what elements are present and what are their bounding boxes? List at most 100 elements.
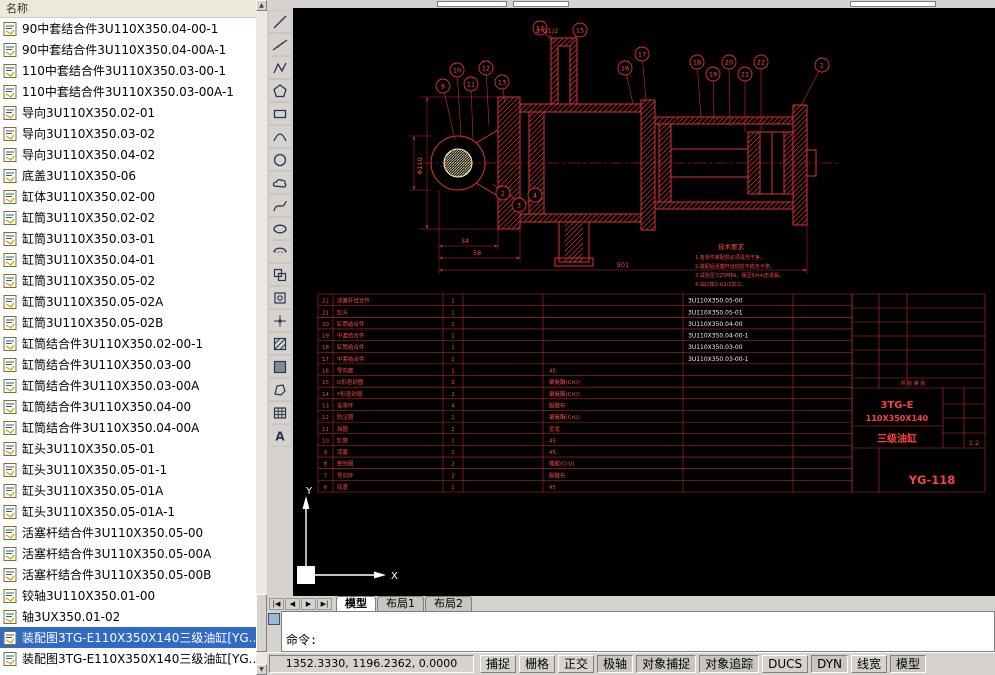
svg-text:橡胶(CrU): 橡胶(CrU)	[549, 460, 574, 468]
spline-tool-button[interactable]	[268, 194, 292, 217]
file-list-item[interactable]: 110中套结合件3U110X350.03-00A-1	[0, 81, 256, 102]
file-list-item[interactable]: 缸筒结合件3U110X350.03-00A	[0, 375, 256, 396]
svg-text:中套结合件: 中套结合件	[337, 332, 365, 340]
file-list-item[interactable]: 铰轴3U110X350.01-00	[0, 585, 256, 606]
status-bar: 1352.3330, 1196.2362, 0.0000 捕捉栅格正交极轴对象捕…	[267, 652, 995, 675]
dwg-file-icon	[3, 588, 18, 604]
toolbar-combo[interactable]	[850, 1, 936, 7]
status-toggle-model[interactable]: 模型	[890, 655, 926, 673]
region-tool-button[interactable]	[268, 378, 292, 401]
file-list-item[interactable]: 装配图3TG-E110X350X140三级油缸[YG...	[0, 648, 256, 669]
file-list-header[interactable]: 名称	[0, 0, 256, 18]
svg-text:3U110X350.05-01: 3U110X350.05-01	[688, 309, 743, 316]
file-list-item[interactable]: 活塞杆结合件3U110X350.05-00	[0, 522, 256, 543]
highlighted-pin-bore	[444, 149, 472, 177]
revision-cloud-tool-button[interactable]	[268, 171, 292, 194]
file-list-scrollbar[interactable]: ▲ ▼	[256, 0, 267, 675]
tab-nav-prev-icon[interactable]: ◀	[285, 598, 300, 610]
drawing-canvas[interactable]: 910111213141516171819202122123422活塞杆结合件1…	[293, 8, 995, 596]
point-tool-button[interactable]	[268, 309, 292, 332]
status-toggle-otrack[interactable]: 对象追踪	[699, 655, 759, 673]
toolbar-combo[interactable]	[437, 1, 507, 7]
tab-nav-last-icon[interactable]: ▶|	[317, 598, 332, 610]
svg-text:19: 19	[322, 334, 329, 340]
file-list-item[interactable]: 缸筒结合件3U110X350.03-00	[0, 354, 256, 375]
command-input-area[interactable]: 命令:	[281, 611, 995, 652]
cad-drawing[interactable]: 910111213141516171819202122123422活塞杆结合件1…	[293, 8, 995, 596]
coordinates-readout[interactable]: 1352.3330, 1196.2362, 0.0000	[269, 655, 474, 673]
construction-line-tool-button[interactable]	[268, 33, 292, 56]
status-toggle-grid[interactable]: 栅格	[519, 655, 555, 673]
scroll-down-icon[interactable]: ▼	[256, 664, 267, 675]
svg-text:X: X	[391, 571, 398, 582]
tab-model[interactable]: 模型	[336, 596, 376, 611]
polygon-tool-button[interactable]	[268, 79, 292, 102]
table-tool-button[interactable]	[268, 401, 292, 424]
file-list-item[interactable]: 底盖3U110X350-06	[0, 165, 256, 186]
svg-text:1: 1	[451, 485, 455, 491]
status-toggle-ortho[interactable]: 正交	[558, 655, 594, 673]
file-list-item[interactable]: 缸筒结合件3U110X350.04-00	[0, 396, 256, 417]
multiline-text-tool-button[interactable]: A	[268, 424, 292, 447]
polyline-tool-button[interactable]	[268, 56, 292, 79]
status-toggle-polar[interactable]: 极轴	[597, 655, 633, 673]
file-list-item[interactable]: 缸体3U110X350.02-00	[0, 186, 256, 207]
svg-text:活塞杆结合件: 活塞杆结合件	[337, 297, 371, 305]
svg-text:21: 21	[741, 70, 749, 78]
file-list-item[interactable]: 缸筒3U110X350.03-01	[0, 228, 256, 249]
svg-text:1.各零件装配前必须清洗干净。: 1.各零件装配前必须清洗干净。	[695, 254, 765, 261]
file-list-item[interactable]: 轴3UX350.01-02	[0, 606, 256, 627]
hatch-tool-button[interactable]	[268, 332, 292, 355]
file-list-item[interactable]: 90中套结合件3U110X350.04-00A-1	[0, 39, 256, 60]
svg-text:1: 1	[820, 61, 824, 69]
tab-nav-first-icon[interactable]: |◀	[269, 598, 284, 610]
file-list-item[interactable]: 缸筒结合件3U110X350.02-00-1	[0, 333, 256, 354]
status-toggle-snap[interactable]: 捕捉	[480, 655, 516, 673]
scrollbar-thumb[interactable]	[256, 594, 267, 652]
file-list-item[interactable]: 缸筒3U110X350.05-02	[0, 270, 256, 291]
file-list-item[interactable]: 导向3U110X350.03-02	[0, 123, 256, 144]
scroll-up-icon[interactable]: ▲	[256, 0, 267, 11]
make-block-tool-button[interactable]	[268, 286, 292, 309]
status-toggle-lwt[interactable]: 线宽	[851, 655, 887, 673]
file-list-item[interactable]: 缸筒结合件3U110X350.04-00A	[0, 417, 256, 438]
dwg-file-icon	[3, 651, 18, 667]
file-list-item[interactable]: 缸头3U110X350.05-01A	[0, 480, 256, 501]
insert-block-tool-button[interactable]	[268, 263, 292, 286]
file-list-item[interactable]: 导向3U110X350.04-02	[0, 144, 256, 165]
file-list-item[interactable]: 缸头3U110X350.05-01-1	[0, 459, 256, 480]
file-list-item[interactable]: 活塞杆结合件3U110X350.05-00B	[0, 564, 256, 585]
svg-text:1: 1	[451, 415, 455, 421]
tab-layout1[interactable]: 布局1	[377, 596, 424, 611]
svg-text:防尘圈: 防尘圈	[337, 413, 354, 421]
file-list-item[interactable]: 缸筒3U110X350.05-02A	[0, 291, 256, 312]
arc-tool-button[interactable]	[268, 125, 292, 148]
file-list-item[interactable]: 110中套结合件3U110X350.03-00-1	[0, 60, 256, 81]
file-list-item[interactable]: 装配图3TG-E110X350X140三级油缸[YG...	[0, 627, 256, 648]
command-prompt: 命令:	[286, 631, 317, 648]
rectangle-tool-button[interactable]	[268, 102, 292, 125]
svg-text:聚氨酯(CrU): 聚氨酯(CrU)	[549, 378, 580, 386]
tab-layout2[interactable]: 布局2	[425, 596, 472, 611]
ellipse-arc-tool-button[interactable]	[268, 240, 292, 263]
status-toggle-ducs[interactable]: DUCS	[762, 655, 808, 673]
file-list-item[interactable]: 缸筒3U110X350.02-02	[0, 207, 256, 228]
file-list-item[interactable]: 缸头3U110X350.05-01	[0, 438, 256, 459]
file-list-item[interactable]: 缸头3U110X350.05-01A-1	[0, 501, 256, 522]
ellipse-tool-button[interactable]	[268, 217, 292, 240]
tab-nav-next-icon[interactable]: ▶	[301, 598, 316, 610]
toolbar-combo[interactable]	[513, 1, 569, 7]
file-list-item[interactable]: 缸筒3U110X350.05-02B	[0, 312, 256, 333]
status-toggle-dyn[interactable]: DYN	[811, 655, 848, 673]
file-list-panel: 名称 90中套结合件3U110X350.04-00-190中套结合件3U110X…	[0, 0, 257, 675]
file-list-item[interactable]: 90中套结合件3U110X350.04-00-1	[0, 18, 256, 39]
svg-text:1: 1	[451, 334, 455, 340]
status-toggle-osnap[interactable]: 对象捕捉	[636, 655, 696, 673]
line-tool-button[interactable]	[268, 10, 292, 33]
dwg-file-icon	[3, 63, 18, 79]
file-list-item[interactable]: 缸筒3U110X350.04-01	[0, 249, 256, 270]
file-list-item[interactable]: 活塞杆结合件3U110X350.05-00A	[0, 543, 256, 564]
file-list-item[interactable]: 导向3U110X350.02-01	[0, 102, 256, 123]
gradient-tool-button[interactable]	[268, 355, 292, 378]
circle-tool-button[interactable]	[268, 148, 292, 171]
